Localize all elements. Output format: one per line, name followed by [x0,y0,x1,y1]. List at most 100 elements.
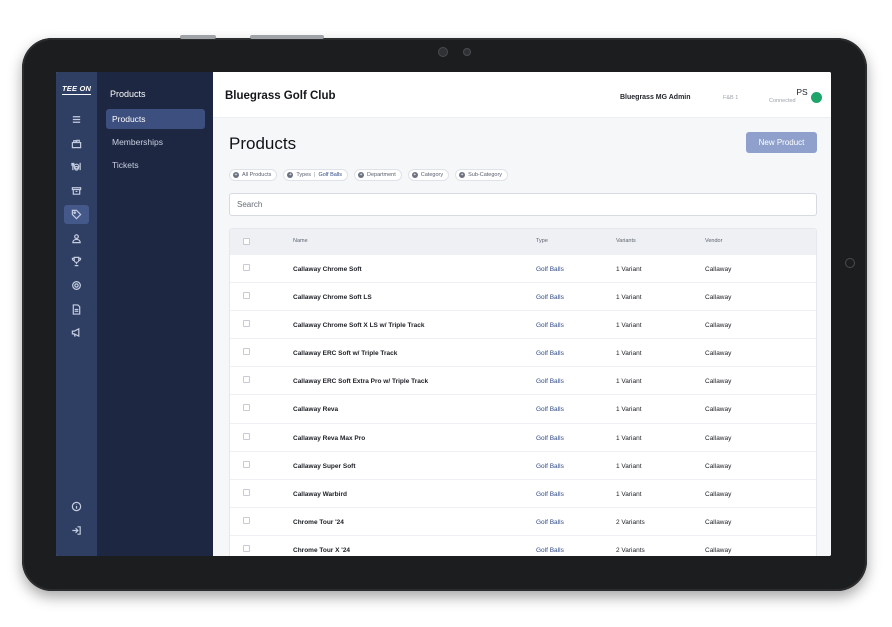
table-row[interactable]: Callaway Reva Max Pro Golf Balls 1 Varia… [230,422,816,451]
filter-types[interactable]: + Types | Golf Balls [283,169,349,181]
table-row[interactable]: Callaway Super Soft Golf Balls 1 Variant… [230,450,816,479]
product-name: Callaway Chrome Soft LS [293,294,372,302]
user-initials[interactable]: PS [792,87,812,97]
row-checkbox[interactable] [243,404,250,412]
row-checkbox[interactable] [243,516,250,524]
row-checkbox[interactable] [243,460,250,468]
row-checkbox[interactable] [243,264,250,271]
row-checkbox[interactable] [243,320,250,328]
product-name: Callaway Chrome Soft X LS w/ Triple Trac… [293,322,425,330]
product-type: Golf Balls [536,266,564,273]
user-icon[interactable] [64,229,89,248]
subnav-item-products[interactable]: Products [106,109,205,129]
tablet-frame: TEE ON Products Products Memberships Tic… [22,35,867,591]
product-name: Chrome Tour '24 [293,518,344,526]
product-type: Golf Balls [536,322,564,330]
products-table: Name Type Variants Vendor Callaway Chrom… [229,228,817,556]
settings-icon[interactable] [64,276,89,295]
dining-icon[interactable] [64,157,89,176]
column-vendor[interactable]: Vendor [705,238,722,244]
trophy-icon[interactable] [64,252,89,271]
tablet-button [250,35,324,39]
connection-status: Connected [769,98,796,104]
product-vendor: Callaway [705,490,732,498]
table-row[interactable]: Callaway Reva Golf Balls 1 Variant Calla… [230,394,816,422]
logo: TEE ON [62,84,92,95]
tag-icon[interactable] [64,205,89,224]
filter-value: Golf Balls [318,172,343,178]
product-variants: 1 Variant [616,434,642,442]
row-checkbox[interactable] [243,488,250,496]
row-checkbox[interactable] [243,544,250,552]
product-vendor: Callaway [705,294,732,302]
row-checkbox[interactable] [243,348,250,356]
filter-label: Department [367,172,396,178]
product-variants: 1 Variant [616,266,642,273]
product-name: Callaway ERC Soft w/ Triple Track [293,350,398,358]
row-checkbox[interactable] [243,292,250,300]
column-name[interactable]: Name [293,238,308,244]
menu-icon[interactable] [64,110,89,129]
row-checkbox[interactable] [243,376,250,384]
admin-name[interactable]: Bluegrass MG Admin [620,94,691,101]
product-name: Callaway Reva [293,406,339,414]
product-vendor: Callaway [705,406,732,414]
product-type: Golf Balls [536,434,564,442]
app-screen: TEE ON Products Products Memberships Tic… [56,72,831,556]
table-row[interactable]: Callaway ERC Soft Extra Pro w/ Triple Tr… [230,366,816,394]
shop-icon[interactable] [64,134,89,153]
product-name: Callaway Reva Max Pro [293,434,366,442]
product-vendor: Callaway [705,350,732,358]
product-vendor: Callaway [705,322,732,330]
search-input[interactable]: Search [229,193,817,216]
product-variants: 1 Variant [616,462,642,470]
filter-all-products[interactable]: + All Products [229,169,278,181]
filter-label: Types [296,172,312,178]
filter-separator: | [314,172,316,178]
plus-icon: + [358,172,365,178]
product-type: Golf Balls [536,490,564,498]
product-name: Callaway Super Soft [293,462,356,470]
club-name: Bluegrass Golf Club [225,90,336,102]
product-vendor: Callaway [705,546,732,554]
megaphone-icon[interactable] [64,323,89,342]
product-variants: 1 Variant [616,350,642,358]
info-icon[interactable] [64,497,89,516]
product-type: Golf Balls [536,546,564,554]
filter-category[interactable]: + Category [407,169,450,181]
table-row[interactable]: Callaway Warbird Golf Balls 1 Variant Ca… [230,478,816,507]
table-row[interactable]: Chrome Tour X '24 Golf Balls 2 Variants … [230,534,816,556]
table-row[interactable]: Callaway Chrome Soft Golf Balls 1 Varian… [230,254,816,282]
product-type: Golf Balls [536,462,564,470]
table-row[interactable]: Callaway ERC Soft w/ Triple Track Golf B… [230,338,816,366]
table-row[interactable]: Chrome Tour '24 Golf Balls 2 Variants Ca… [230,506,816,535]
filter-sub-category[interactable]: + Sub-Category [455,169,509,181]
column-type[interactable]: Type [536,238,548,244]
product-type: Golf Balls [536,406,564,414]
product-vendor: Callaway [705,378,732,386]
filter-bar: + All Products + Types | Golf Balls + De… [229,169,509,181]
table-row[interactable]: Callaway Chrome Soft LS Golf Balls 1 Var… [230,282,816,310]
new-product-button[interactable]: New Product [746,132,817,153]
product-variants: 1 Variant [616,490,642,498]
subnav-item-tickets[interactable]: Tickets [106,155,205,175]
box-icon[interactable] [64,181,89,200]
document-icon[interactable] [64,300,89,319]
product-variants: 1 Variant [616,378,642,386]
select-all-checkbox[interactable] [243,238,250,245]
filter-label: Sub-Category [468,172,503,178]
product-vendor: Callaway [705,434,732,442]
row-checkbox[interactable] [243,432,250,440]
subnav-item-memberships[interactable]: Memberships [106,132,205,152]
filter-department[interactable]: + Department [354,169,402,181]
product-name: Callaway Warbird [293,490,347,498]
sub-navigation: Products Products Memberships Tickets [97,72,213,556]
column-variants[interactable]: Variants [616,238,636,244]
camera-icon [438,47,448,57]
plus-icon: + [411,172,418,178]
filter-label: All Products [242,172,272,178]
main-content: Bluegrass Golf Club Bluegrass MG Admin F… [213,72,831,556]
logout-icon[interactable] [64,521,89,540]
table-row[interactable]: Callaway Chrome Soft X LS w/ Triple Trac… [230,310,816,338]
product-variants: 1 Variant [616,294,642,302]
